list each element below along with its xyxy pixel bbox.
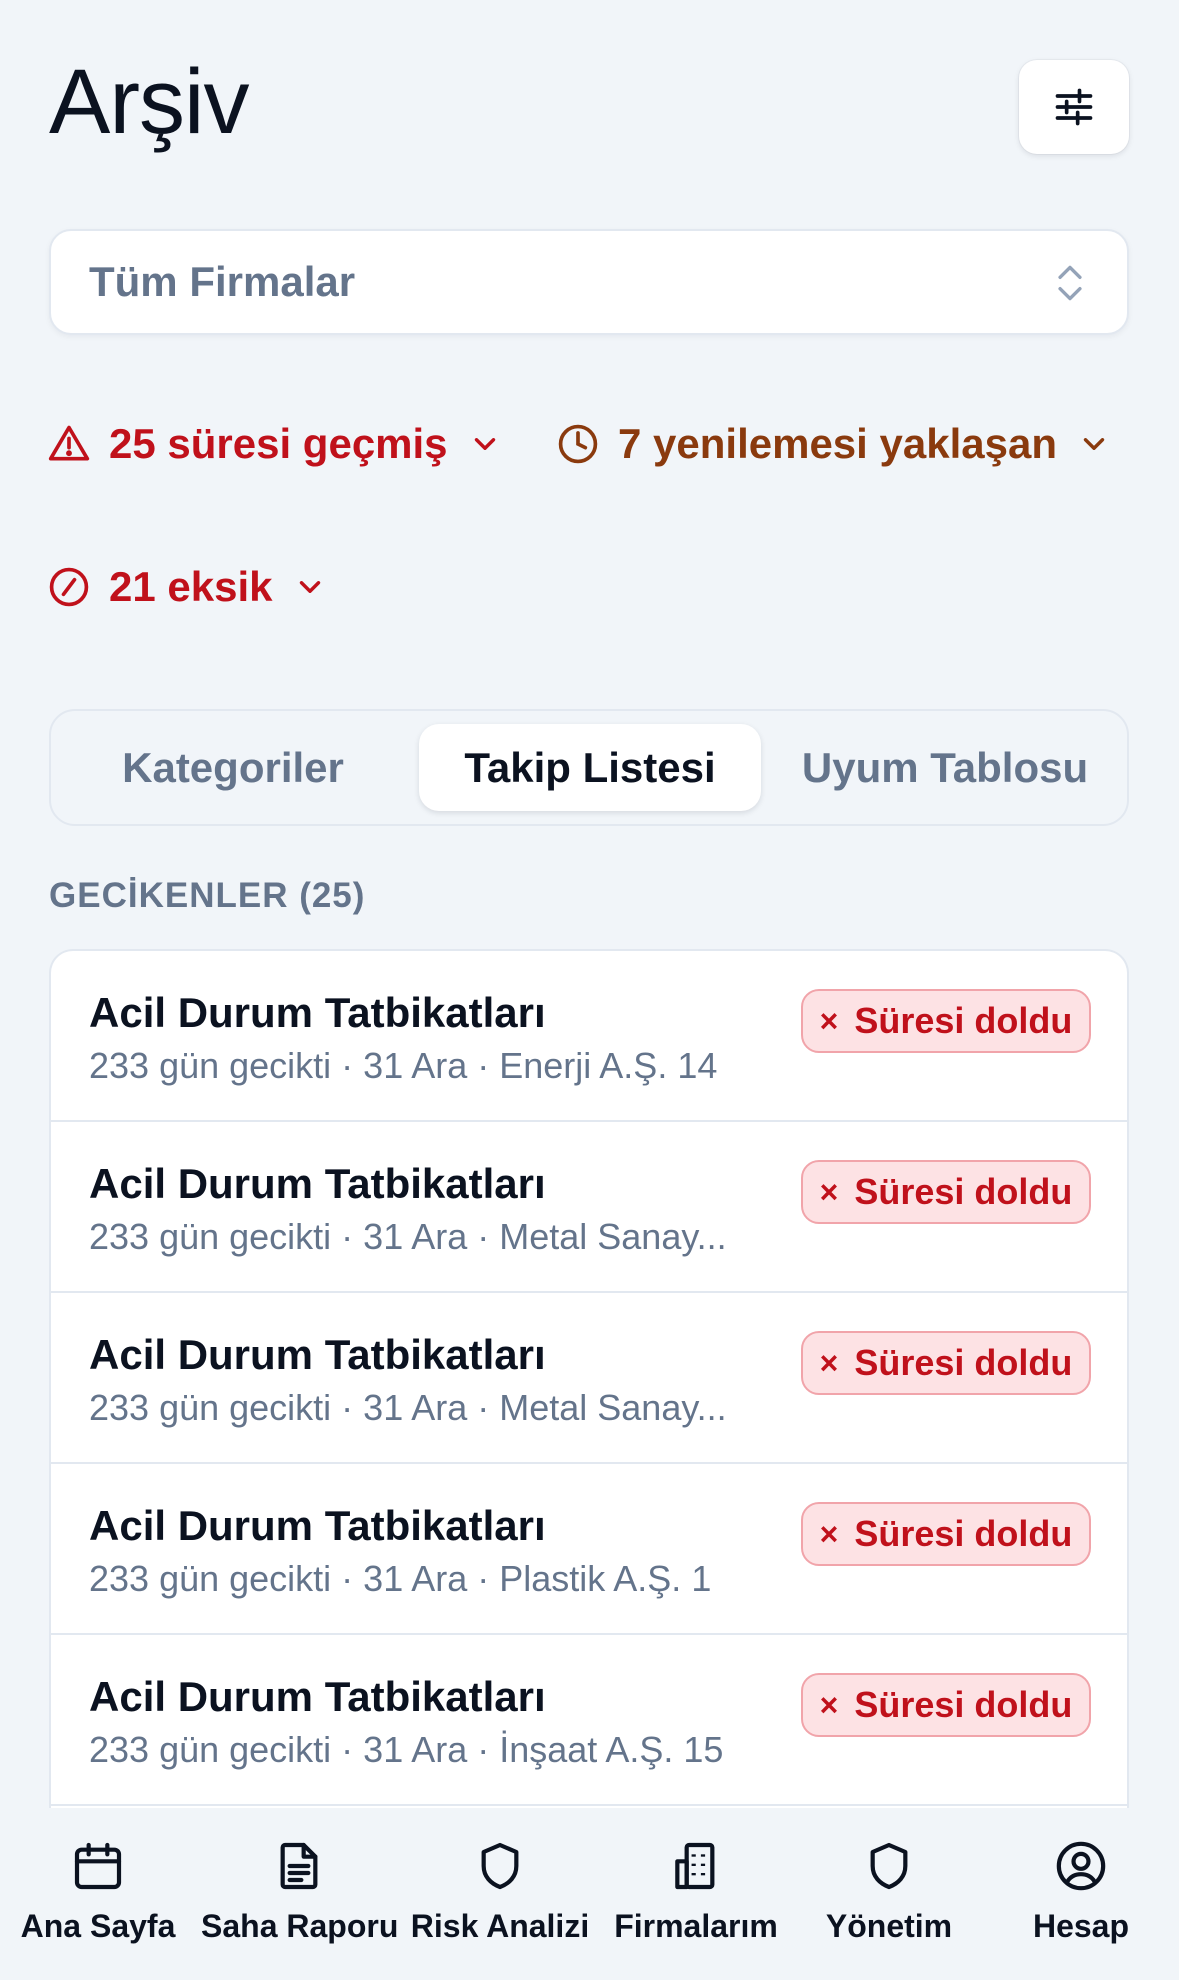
nav-account[interactable]: Hesap [983, 1838, 1179, 1945]
page-title: Arşiv [49, 51, 249, 153]
status-badge-label: Süresi doldu [854, 1000, 1073, 1041]
nav-home-label: Ana Sayfa [20, 1908, 176, 1944]
tab-compliance-table[interactable]: Uyum Tablosu [773, 724, 1117, 811]
missing-alert[interactable]: 21 eksik [47, 563, 327, 611]
item-title: Acil Durum Tatbikatları [89, 1160, 546, 1207]
company-select-value: Tüm Firmalar [89, 258, 356, 305]
nav-field-report[interactable]: Saha Raporu [201, 1838, 399, 1945]
shield-icon [481, 1842, 519, 1890]
overdue-list: Acil Durum Tatbikatları 233 gün gecikti … [49, 949, 1129, 1809]
company-select[interactable]: Tüm Firmalar [49, 229, 1129, 335]
segmented-tabs: Kategoriler Takip Listesi Uyum Tablosu [49, 709, 1129, 826]
building-icon [675, 1842, 715, 1890]
nav-risk-analysis[interactable]: Risk Analizi [402, 1838, 598, 1945]
item-title: Acil Durum Tatbikatları [89, 1502, 546, 1549]
list-item[interactable]: Acil Durum Tatbikatları 233 gün gecikti … [51, 1122, 1127, 1293]
nav-account-label: Hesap [1032, 1908, 1130, 1944]
nav-home[interactable]: Ana Sayfa [0, 1838, 196, 1945]
close-icon: × [819, 1686, 839, 1723]
bottom-nav: Ana Sayfa Saha Raporu Risk Analizi Firma… [0, 1808, 1179, 1980]
overdue-alert-label: 25 süresi geçmiş [109, 420, 448, 467]
status-badge: × Süresi doldu [801, 1331, 1091, 1395]
list-item[interactable]: Acil Durum Tatbikatları 233 gün gecikti … [51, 1464, 1127, 1635]
nav-companies-label: Firmalarım [614, 1908, 778, 1944]
user-circle-icon [1056, 1841, 1106, 1891]
nav-management[interactable]: Yönetim [791, 1838, 987, 1945]
chevron-down-icon [1083, 438, 1105, 450]
list-item[interactable]: Acil Durum Tatbikatları 233 gün gecikti … [51, 1635, 1127, 1806]
upcoming-alert[interactable]: 7 yenilemesi yaklaşan [556, 420, 1111, 468]
close-icon: × [819, 1515, 839, 1552]
status-badge: × Süresi doldu [801, 1673, 1091, 1737]
tab-tracking-list[interactable]: Takip Listesi [419, 724, 761, 811]
overdue-alert[interactable]: 25 süresi geçmiş [47, 420, 502, 468]
nav-risk-analysis-label: Risk Analizi [410, 1908, 590, 1944]
document-icon [280, 1842, 318, 1890]
warning-triangle-icon [48, 425, 90, 461]
ban-icon [49, 567, 89, 607]
archive-screen: Arşiv Tüm Firmalar 25 süresi geçmiş 7 ye… [0, 0, 1179, 1980]
missing-alert-label: 21 eksik [109, 563, 273, 610]
section-label: GECİKENLER (25) [49, 876, 366, 915]
status-badge: × Süresi doldu [801, 989, 1091, 1053]
close-icon: × [819, 1173, 839, 1210]
status-badge: × Süresi doldu [801, 1160, 1091, 1224]
item-title: Acil Durum Tatbikatları [89, 1331, 546, 1378]
tab-categories[interactable]: Kategoriler [63, 724, 403, 811]
calendar-icon [74, 1842, 122, 1890]
status-badge: × Süresi doldu [801, 1502, 1091, 1566]
item-subtitle: 233 gün gecikti · 31 Ara · Plastik A.Ş. … [89, 1558, 712, 1599]
shield-icon [870, 1842, 908, 1890]
nav-companies[interactable]: Firmalarım [598, 1838, 794, 1945]
item-subtitle: 233 gün gecikti · 31 Ara · İnşaat A.Ş. 1… [89, 1729, 724, 1770]
upcoming-alert-label: 7 yenilemesi yaklaşan [618, 420, 1057, 467]
chevron-down-icon [299, 581, 320, 593]
nav-field-report-label: Saha Raporu [201, 1908, 399, 1944]
sliders-icon [1055, 88, 1093, 126]
list-item[interactable]: Acil Durum Tatbikatları 233 gün gecikti … [51, 1293, 1127, 1464]
list-item[interactable]: Acil Durum Tatbikatları 233 gün gecikti … [51, 951, 1127, 1122]
close-icon: × [819, 1344, 839, 1381]
status-badge-label: Süresi doldu [854, 1171, 1073, 1212]
item-subtitle: 233 gün gecikti · 31 Ara · Metal Sanay..… [89, 1387, 727, 1428]
status-badge-label: Süresi doldu [854, 1684, 1073, 1725]
chevron-down-icon [474, 438, 495, 450]
filter-button[interactable] [1019, 60, 1129, 154]
item-title: Acil Durum Tatbikatları [89, 1673, 546, 1720]
header: Arşiv [49, 50, 1129, 155]
status-badge-label: Süresi doldu [854, 1342, 1073, 1383]
nav-management-label: Yönetim [825, 1908, 953, 1944]
close-icon: × [819, 1002, 839, 1039]
clock-icon [558, 424, 598, 464]
status-badge-label: Süresi doldu [854, 1513, 1073, 1554]
item-subtitle: 233 gün gecikti · 31 Ara · Metal Sanay..… [89, 1216, 727, 1257]
chevron-up-down-icon [1058, 265, 1082, 301]
item-title: Acil Durum Tatbikatları [89, 989, 546, 1036]
item-subtitle: 233 gün gecikti · 31 Ara · Enerji A.Ş. 1… [89, 1045, 718, 1086]
